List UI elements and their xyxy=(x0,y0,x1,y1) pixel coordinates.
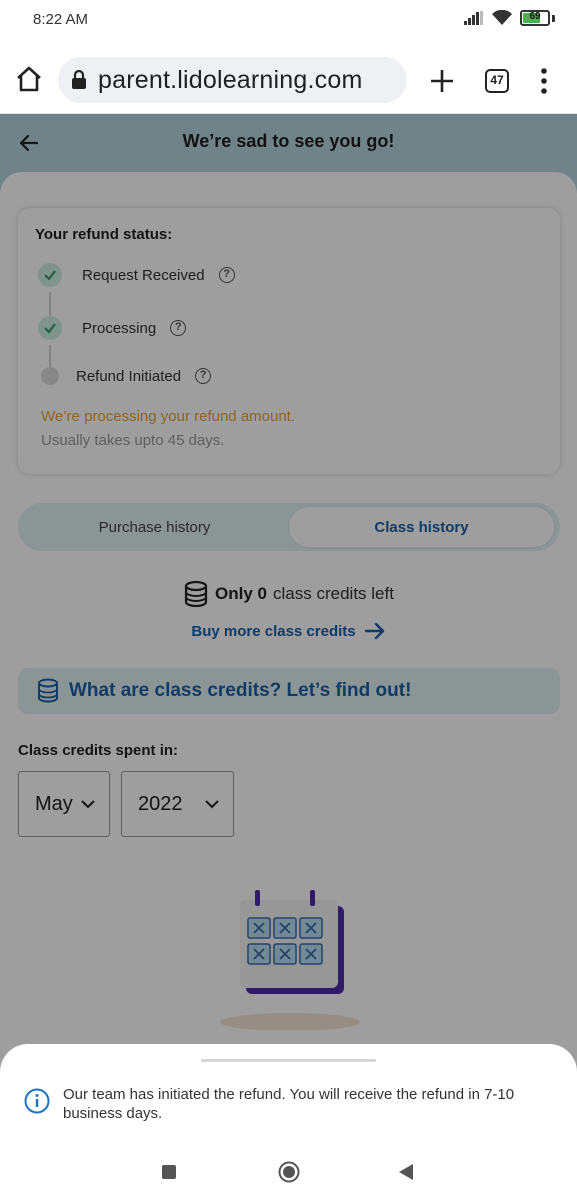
modal-overlay[interactable] xyxy=(0,114,577,1200)
home-icon[interactable] xyxy=(14,64,44,94)
tab-switcher-button[interactable]: 47 xyxy=(485,69,509,93)
home-nav-icon[interactable] xyxy=(278,1161,300,1183)
sheet-grabber[interactable] xyxy=(201,1059,376,1062)
more-menu-icon[interactable] xyxy=(536,67,552,95)
url-text: parent.lidolearning.com xyxy=(98,65,363,94)
info-icon xyxy=(24,1088,50,1114)
system-nav-bar xyxy=(0,1144,577,1200)
back-nav-icon[interactable] xyxy=(398,1163,414,1181)
browser-toolbar: parent.lidolearning.com 47 xyxy=(0,40,577,114)
status-icons: 69 xyxy=(464,10,555,26)
url-bar[interactable]: parent.lidolearning.com xyxy=(58,57,407,103)
battery-text: 69 xyxy=(529,11,541,22)
status-time: 8:22 AM xyxy=(33,11,89,28)
refund-bottom-sheet: Our team has initiated the refund. You w… xyxy=(0,1044,577,1144)
battery-tip xyxy=(552,14,555,22)
toast-message: Our team has initiated the refund. You w… xyxy=(63,1086,515,1122)
status-bar: 8:22 AM 69 xyxy=(0,0,577,40)
signal-icon xyxy=(464,11,483,25)
new-tab-icon[interactable] xyxy=(428,67,456,95)
wifi-icon xyxy=(492,10,512,25)
recents-icon[interactable] xyxy=(162,1165,176,1179)
lock-icon xyxy=(72,70,86,89)
battery-icon: 69 xyxy=(520,10,550,26)
